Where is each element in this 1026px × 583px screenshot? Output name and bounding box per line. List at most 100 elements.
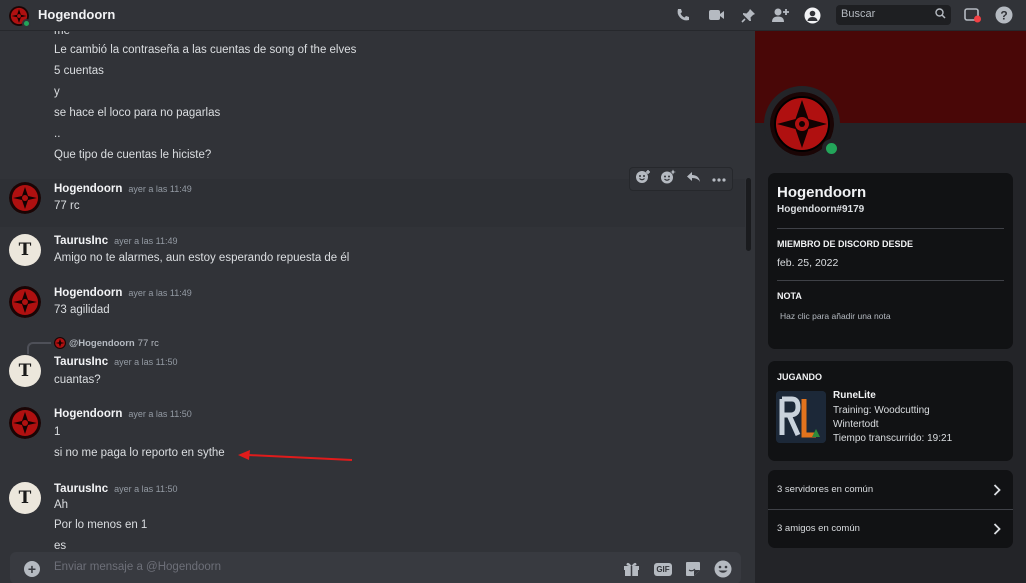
- timestamp: ayer a las 11:50: [114, 357, 178, 367]
- top-header: Hogendoorn Buscar ?: [0, 0, 1026, 31]
- author-name[interactable]: Hogendoorn: [54, 183, 122, 195]
- message-line: Que tipo de cuentas le hiciste?: [54, 149, 212, 161]
- author-name[interactable]: TaurusInc: [54, 235, 108, 247]
- game-state: Wintertodt: [833, 419, 879, 430]
- message-header: TaurusInc ayer a las 11:49: [54, 235, 177, 247]
- reply-author[interactable]: @Hogendoorn: [69, 338, 135, 349]
- timestamp: ayer a las 11:49: [128, 288, 192, 298]
- author-name[interactable]: Hogendoorn: [54, 408, 122, 420]
- svg-text:?: ?: [1000, 9, 1007, 23]
- reply-icon[interactable]: [686, 170, 702, 189]
- reply-connector: [27, 342, 51, 354]
- profile-avatar-frame: [764, 86, 841, 162]
- message-line: me: [54, 31, 70, 37]
- avatar[interactable]: T: [9, 234, 41, 266]
- search-input[interactable]: Buscar: [836, 5, 951, 25]
- upload-plus-icon[interactable]: +: [24, 561, 40, 577]
- avatar[interactable]: T: [9, 355, 41, 387]
- message-header: Hogendoorn ayer a las 11:49: [54, 183, 192, 195]
- member-since-date: feb. 25, 2022: [777, 257, 839, 269]
- add-friend-icon[interactable]: [770, 5, 790, 25]
- online-status-dot: [22, 19, 31, 28]
- mutual-friends-row[interactable]: 3 amigos en común: [768, 509, 1013, 548]
- chevron-right-icon: [993, 522, 1001, 540]
- search-icon: [935, 8, 946, 22]
- timestamp: ayer a las 11:50: [114, 484, 178, 494]
- author-name[interactable]: Hogendoorn: [54, 287, 122, 299]
- message-line: se hace el loco para no pagarlas: [54, 107, 221, 119]
- add-reaction-icon[interactable]: [635, 169, 651, 190]
- pin-icon[interactable]: [738, 5, 758, 25]
- video-icon[interactable]: [706, 5, 726, 25]
- user-profile-panel: Hogendoorn Hogendoorn#9179 MIEMBRO DE DI…: [755, 31, 1026, 583]
- call-icon[interactable]: [673, 5, 693, 25]
- timestamp: ayer a las 11:50: [128, 409, 192, 419]
- avatar[interactable]: [9, 407, 41, 439]
- message-line: y: [54, 86, 60, 98]
- gif-icon[interactable]: GIF: [653, 560, 673, 578]
- scrollbar-thumb[interactable]: [746, 178, 751, 251]
- message-input[interactable]: Enviar mensaje a @Hogendoorn: [54, 561, 221, 573]
- message-composer[interactable]: + Enviar mensaje a @Hogendoorn GIF: [10, 552, 741, 583]
- profile-card: Hogendoorn Hogendoorn#9179 MIEMBRO DE DI…: [768, 173, 1013, 349]
- activity-label: JUGANDO: [777, 372, 823, 382]
- message-line: 1: [54, 426, 61, 438]
- inbox-icon[interactable]: [962, 5, 982, 25]
- timestamp: ayer a las 11:49: [114, 236, 178, 246]
- avatar[interactable]: [9, 182, 41, 214]
- timestamp: ayer a las 11:49: [128, 184, 192, 194]
- profile-display-name: Hogendoorn: [777, 184, 867, 201]
- avatar[interactable]: [9, 286, 41, 318]
- dm-title: Hogendoorn: [38, 7, 116, 22]
- online-status-icon: [822, 139, 841, 158]
- chevron-right-icon: [993, 483, 1001, 501]
- message-header: TaurusInc ayer a las 11:50: [54, 356, 177, 368]
- game-elapsed: Tiempo transcurrido: 19:21: [833, 433, 953, 444]
- member-since-label: MIEMBRO DE DISCORD DESDE: [777, 239, 914, 249]
- reply-avatar-icon: [54, 337, 66, 349]
- runelite-game-icon: [776, 391, 826, 443]
- message-line: cuantas?: [54, 374, 101, 386]
- game-details: Training: Woodcutting: [833, 405, 930, 416]
- sticker-icon[interactable]: [683, 560, 703, 578]
- message-header: Hogendoorn ayer a las 11:49: [54, 287, 192, 299]
- add-super-reaction-icon[interactable]: [660, 169, 677, 190]
- message-line: ..: [54, 128, 61, 140]
- reply-preview[interactable]: @Hogendoorn 77 rc: [54, 337, 159, 349]
- avatar[interactable]: T: [9, 482, 41, 514]
- message-line: 73 agilidad: [54, 304, 110, 316]
- message-line: 77 rc: [54, 200, 80, 212]
- note-input[interactable]: Haz clic para añadir una nota: [780, 311, 891, 321]
- chat-area: me Le cambió la contraseña a las cuentas…: [0, 31, 755, 583]
- message-line: Amigo no te alarmes, aun estoy esperando…: [54, 252, 350, 264]
- emoji-icon[interactable]: [713, 560, 733, 578]
- message-line: 5 cuentas: [54, 65, 104, 77]
- divider: [777, 228, 1004, 229]
- mutual-servers-row[interactable]: 3 servidores en común: [768, 470, 1013, 509]
- message-line: es: [54, 540, 67, 552]
- message-actions-toolbar: [629, 167, 733, 191]
- author-name[interactable]: TaurusInc: [54, 483, 108, 495]
- scrollbar[interactable]: [745, 31, 752, 583]
- divider: [777, 280, 1004, 281]
- gift-icon[interactable]: [621, 560, 641, 578]
- profile-icon[interactable]: [802, 5, 822, 25]
- message-header: TaurusInc ayer a las 11:50: [54, 483, 177, 495]
- author-name[interactable]: TaurusInc: [54, 356, 108, 368]
- game-name: RuneLite: [833, 390, 876, 401]
- help-icon[interactable]: ?: [994, 5, 1014, 25]
- message-header: Hogendoorn ayer a las 11:50: [54, 408, 192, 420]
- activity-card: JUGANDO RuneLite Training: Woodcutting W…: [768, 361, 1013, 461]
- mutual-friends-label: 3 amigos en común: [777, 523, 860, 534]
- message-line: Le cambió la contraseña a las cuentas de…: [54, 44, 357, 56]
- reply-text: 77 rc: [137, 337, 159, 349]
- mutuals-card: 3 servidores en común 3 amigos en común: [768, 470, 1013, 548]
- mutual-servers-label: 3 servidores en común: [777, 484, 874, 495]
- message-line: Ah: [54, 499, 69, 511]
- note-label: NOTA: [777, 291, 802, 301]
- annotation-arrow: [238, 450, 353, 461]
- message-line: si no me paga lo reporto en sythe: [54, 447, 225, 459]
- more-options-icon[interactable]: [711, 170, 727, 188]
- message-line: Por lo menos en 1: [54, 519, 148, 531]
- profile-username: Hogendoorn#9179: [777, 204, 865, 215]
